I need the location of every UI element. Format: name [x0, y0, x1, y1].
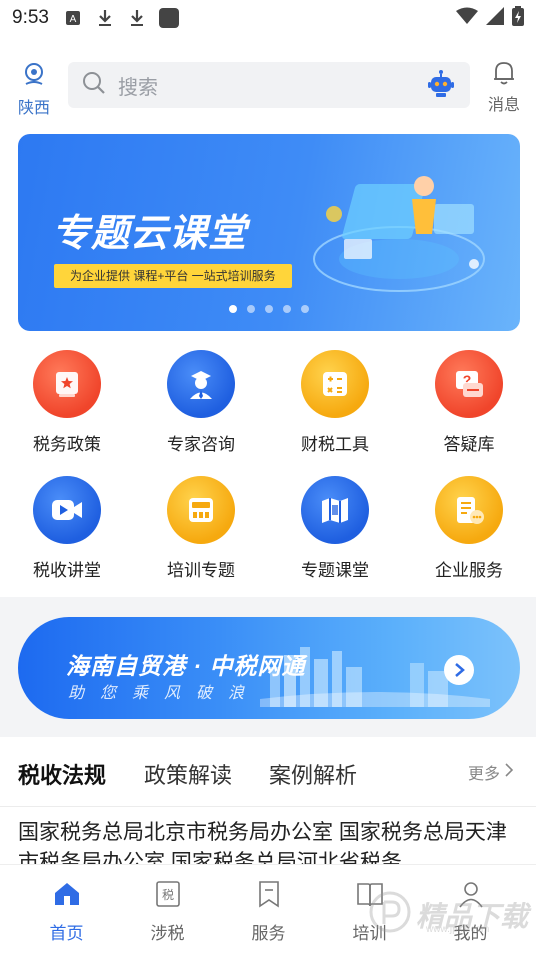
location-label: 陕西	[17, 100, 50, 117]
battery-charging-icon	[512, 6, 524, 31]
message-button[interactable]: 消息	[484, 60, 524, 115]
app-a-icon: A	[63, 8, 83, 28]
svg-text:A: A	[70, 14, 77, 25]
watermark-logo-icon	[368, 890, 412, 939]
carousel-dot[interactable]	[247, 305, 255, 313]
more-link[interactable]: 更多	[468, 760, 514, 784]
qa-icon: ?	[435, 350, 503, 418]
carousel-dot[interactable]	[229, 305, 237, 313]
status-bar: 9:53 A	[0, 0, 536, 36]
enterprise-service-icon	[435, 476, 503, 544]
grid-item-tax-policy[interactable]: 税务政策	[0, 346, 134, 472]
grid-item-label: 财税工具	[301, 435, 369, 454]
grid-item-label: 培训专题	[167, 561, 235, 580]
signal-icon	[486, 7, 504, 30]
policy-book-icon	[33, 350, 101, 418]
grid-item-tax-lecture[interactable]: 税收讲堂	[0, 472, 134, 598]
search-placeholder: 搜索	[118, 76, 158, 99]
tab-tax-regulations[interactable]: 税收法规	[18, 758, 106, 790]
header: 陕西 搜索 消息	[0, 58, 536, 117]
expert-icon	[167, 350, 235, 418]
nav-home[interactable]: 首页	[16, 865, 117, 954]
download-icon	[127, 8, 147, 28]
tax-doc-icon: 税	[153, 879, 183, 909]
promo-banner[interactable]: 海南自贸港 · 中税网通 助您乘风破浪	[18, 617, 520, 719]
wifi-icon	[456, 7, 478, 30]
svg-text:税: 税	[161, 888, 173, 902]
location-selector[interactable]: 陕西	[12, 62, 56, 118]
grid-item-topic-classroom[interactable]: 专题课堂	[268, 472, 402, 598]
nav-label: 服务	[251, 924, 286, 943]
grid-item-expert-consult[interactable]: 专家咨询	[134, 346, 268, 472]
search-icon	[82, 71, 106, 100]
carousel-dot[interactable]	[283, 305, 291, 313]
nav-label: 首页	[49, 924, 84, 943]
grid-item-label: 税收讲堂	[33, 561, 101, 580]
map-book-icon	[301, 476, 369, 544]
carousel-dot[interactable]	[265, 305, 273, 313]
chevron-right-icon	[504, 762, 514, 783]
robot-assistant-icon[interactable]	[426, 69, 456, 104]
carousel-dot[interactable]	[301, 305, 309, 313]
tab-case-analysis[interactable]: 案例解析	[269, 758, 357, 790]
search-bar[interactable]: 搜索	[68, 62, 470, 108]
news-tabs: 税收法规 政策解读 案例解析 更多	[0, 748, 536, 804]
bell-icon	[492, 62, 516, 90]
grid-item-label: 税务政策	[33, 435, 101, 454]
promo-subtitle: 助您乘风破浪	[68, 685, 261, 702]
status-time: 9:53	[12, 7, 49, 28]
grid-item-label: 专家咨询	[167, 435, 235, 454]
chevron-right-icon[interactable]	[444, 655, 474, 685]
calculator-icon	[301, 350, 369, 418]
banner-illustration-icon	[304, 154, 504, 309]
grid-item-qa-library[interactable]: ? 答疑库	[402, 346, 536, 472]
video-camera-icon	[33, 476, 101, 544]
banner-carousel[interactable]: 专题云课堂 为企业提供 课程+平台 一站式培训服务	[18, 134, 520, 331]
grid-item-tax-tools[interactable]: 财税工具	[268, 346, 402, 472]
home-icon	[52, 879, 82, 909]
banner-tag: 为企业提供 课程+平台 一站式培训服务	[54, 264, 292, 288]
banner-title: 专题云课堂	[52, 213, 248, 255]
grid-item-label: 答疑库	[443, 435, 495, 454]
feature-grid: 税务政策 专家咨询 财税工具 ? 答疑库 税收讲堂 培训专题 专题课堂 企业服务	[0, 346, 536, 598]
nav-tax[interactable]: 税 涉税	[117, 865, 218, 954]
grid-item-label: 专题课堂	[301, 561, 369, 580]
download-icon	[95, 8, 115, 28]
app-square-icon	[158, 8, 179, 28]
nav-service[interactable]: 服务	[218, 865, 319, 954]
nav-label: 涉税	[150, 924, 185, 943]
message-label: 消息	[487, 97, 520, 114]
carousel-dots	[229, 305, 309, 313]
location-pin-icon	[21, 63, 47, 92]
divider	[0, 806, 536, 807]
training-board-icon	[167, 476, 235, 544]
watermark-sub: www.jpxz.com	[425, 924, 490, 935]
grid-item-label: 企业服务	[435, 561, 503, 580]
news-item[interactable]: 国家税务总局北京市税务局办公室 国家税务总局天津市税务局办公室 国家税务总局河北…	[18, 818, 518, 864]
more-label: 更多	[467, 766, 500, 783]
grid-item-training-topics[interactable]: 培训专题	[134, 472, 268, 598]
watermark: 精品下载 www.jpxz.com	[368, 890, 528, 939]
tab-policy-interpretation[interactable]: 政策解读	[144, 758, 232, 790]
service-icon	[254, 879, 284, 909]
grid-item-enterprise-service[interactable]: 企业服务	[402, 472, 536, 598]
promo-title: 海南自贸港 · 中税网通	[66, 653, 306, 679]
news-text: 国家税务总局北京市税务局办公室 国家税务总局天津市税务局办公室 国家税务总局河北…	[18, 821, 507, 864]
